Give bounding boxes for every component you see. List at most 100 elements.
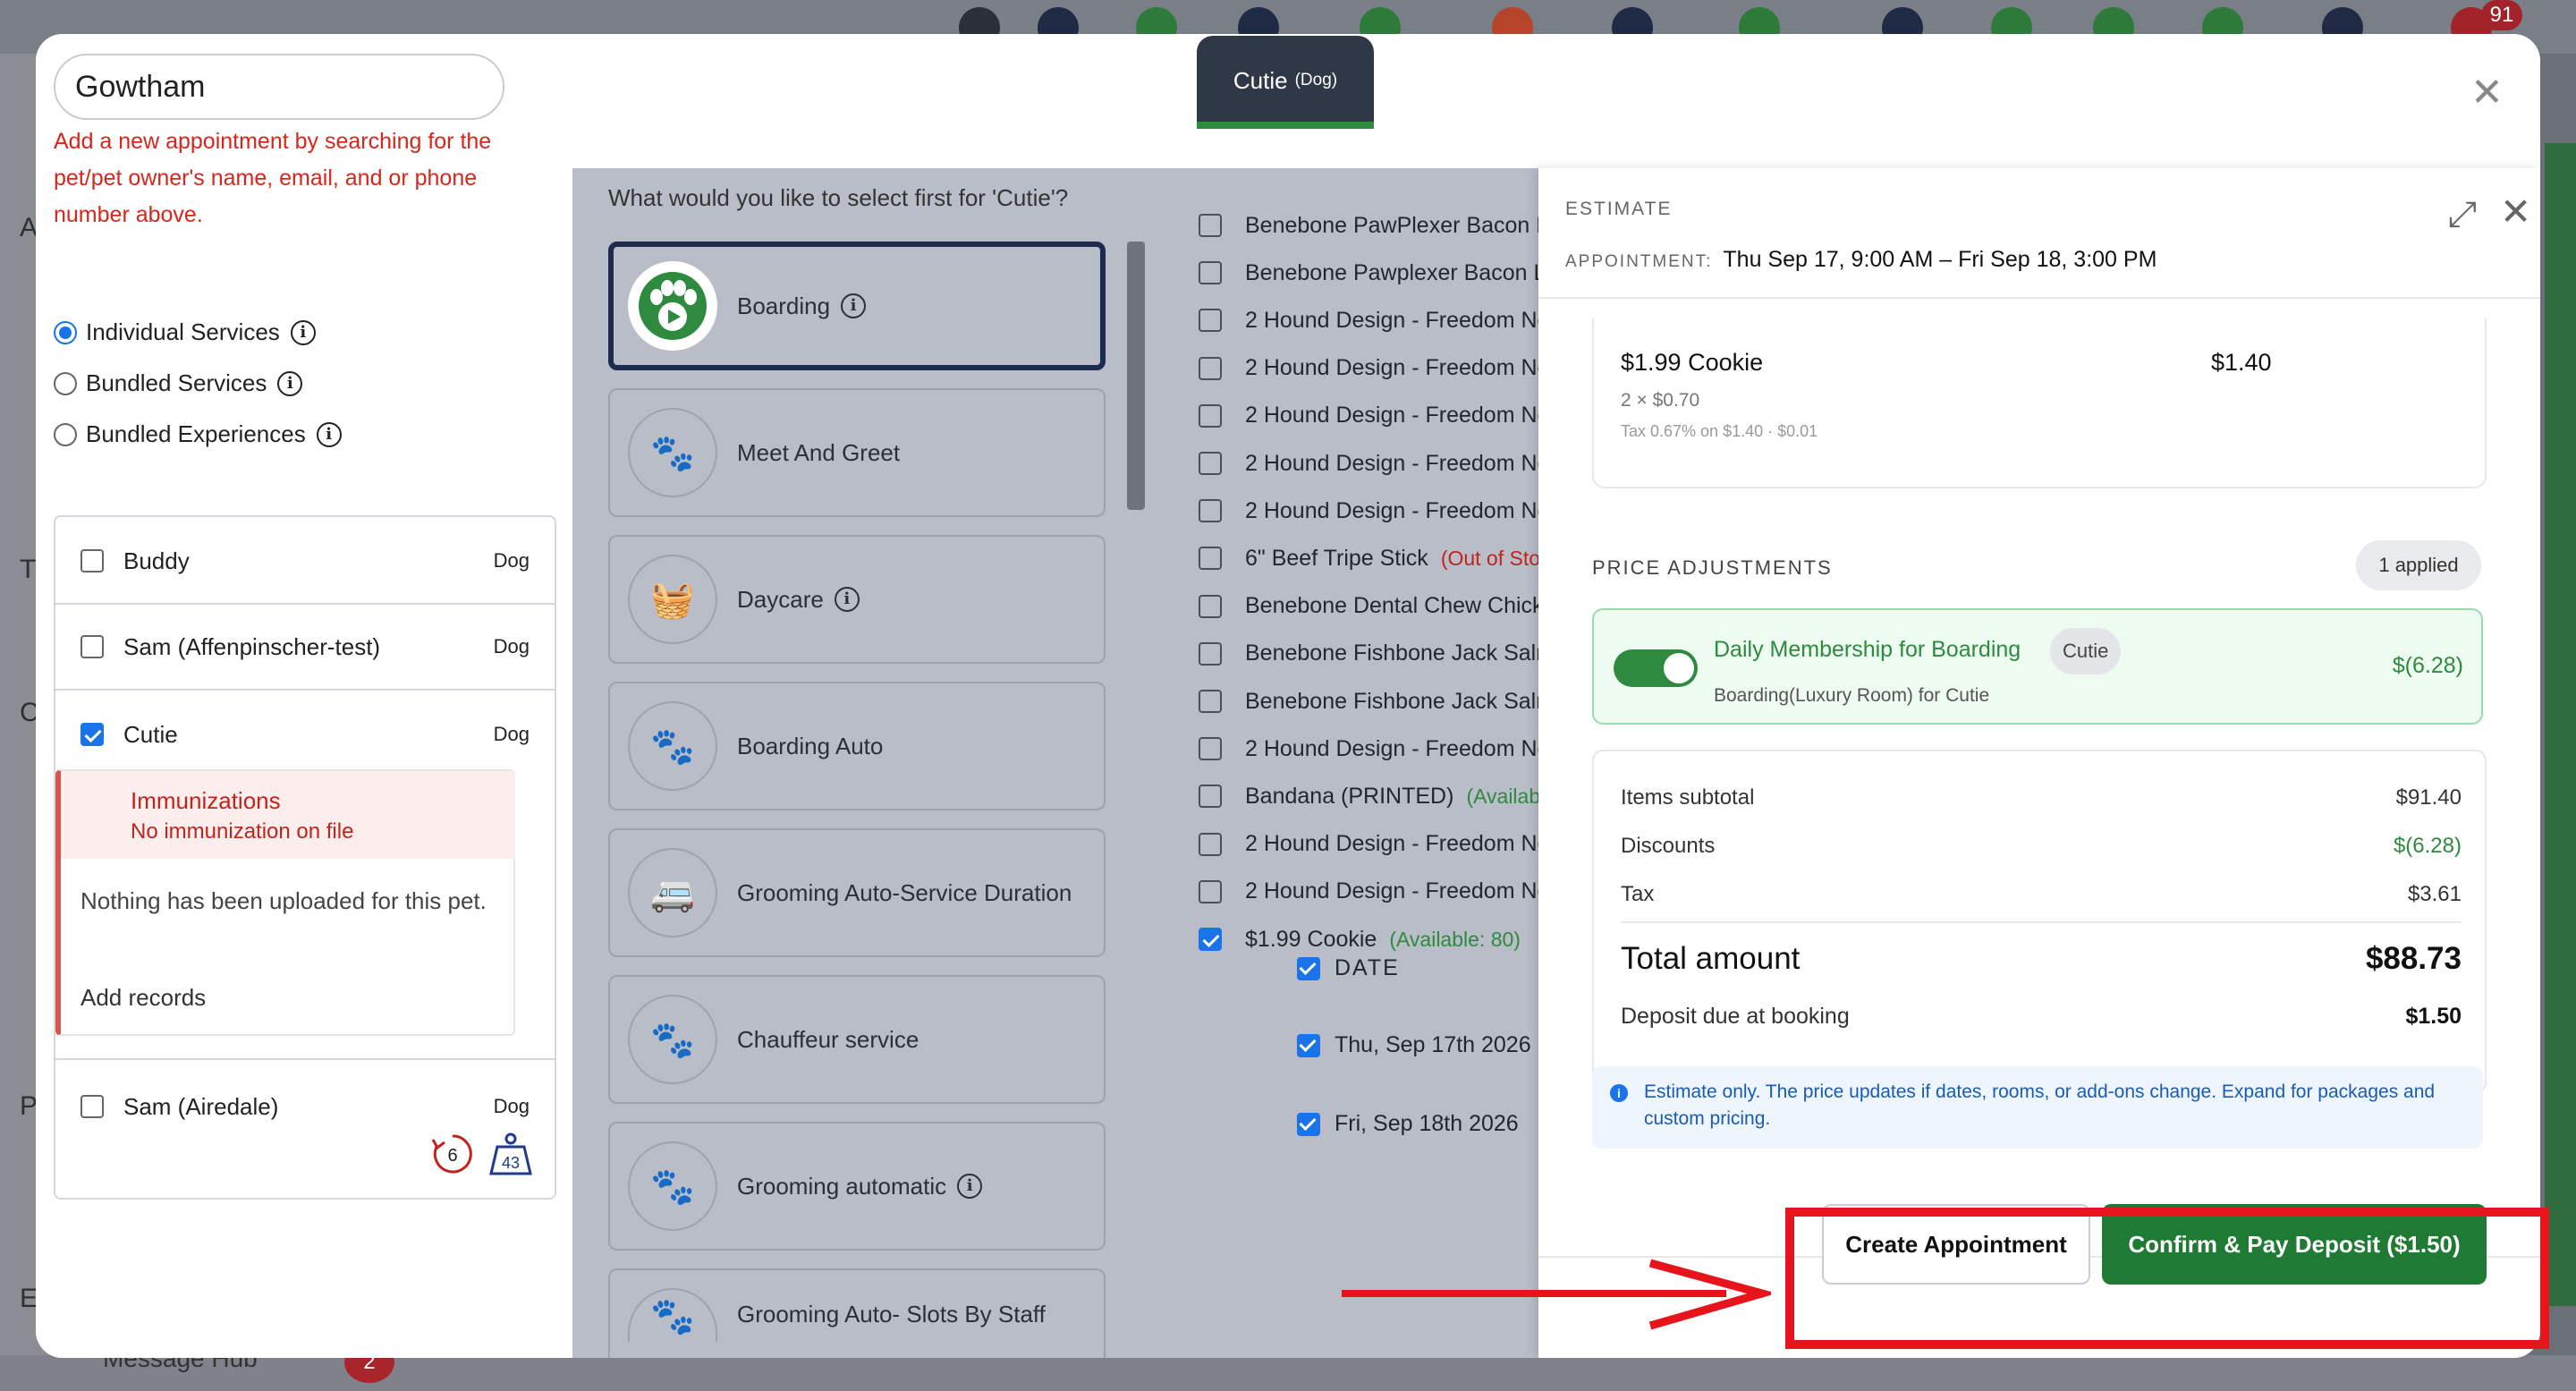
product-row[interactable]: Benebone Fishbone Jack Salmo — [1199, 636, 1567, 672]
product-name: 2 Hound Design - Freedom No — [1245, 831, 1550, 857]
product-name: 2 Hound Design - Freedom No — [1245, 497, 1550, 523]
pet-row-cutie[interactable]: Cutie Dog — [55, 714, 555, 755]
info-icon[interactable]: i — [841, 293, 867, 318]
pet-row-buddy[interactable]: Buddy Dog — [55, 540, 555, 581]
radio-button[interactable] — [54, 371, 77, 395]
estimate-panel: ESTIMATE APPOINTMENT: Thu Sep 17, 9:00 AM… — [1538, 168, 2540, 1358]
date-row-1[interactable]: Thu, Sep 17th 2026 — [1297, 1032, 1531, 1058]
product-checkbox[interactable] — [1199, 594, 1222, 618]
pet-row-sam-airedale[interactable]: Sam (Airedale) Dog — [55, 1086, 555, 1127]
right-strip — [2545, 143, 2576, 1306]
product-row[interactable]: Benebone Fishbone Jack Salmo — [1199, 683, 1567, 719]
product-row[interactable]: 6" Beef Tripe Stick (Out of Stoc — [1199, 540, 1551, 576]
services-scrollbar[interactable] — [1127, 242, 1145, 510]
product-checkbox[interactable] — [1199, 214, 1222, 237]
sidebar-letter: A — [20, 213, 38, 242]
deposit-label: Deposit due at booking — [1621, 1004, 1850, 1029]
product-checkbox[interactable] — [1199, 690, 1222, 713]
pet-row-sam-affenpinscher[interactable]: Sam (Affenpinscher-test) Dog — [55, 626, 555, 667]
date-header-row[interactable]: DATE — [1297, 955, 1400, 981]
product-checkbox[interactable] — [1199, 785, 1222, 809]
pet-name: Sam (Affenpinscher-test) — [123, 632, 381, 660]
product-row[interactable]: 2 Hound Design - Freedom No — [1199, 493, 1549, 529]
adjustment-toggle[interactable] — [1614, 649, 1698, 687]
radio-individual-services[interactable]: Individual Services i — [54, 318, 316, 346]
product-row[interactable]: Benebone Pawplexer Bacon La — [1199, 255, 1558, 291]
product-row[interactable]: Benebone Dental Chew Chicke — [1199, 589, 1555, 624]
product-row[interactable]: 2 Hound Design - Freedom No — [1199, 351, 1549, 386]
info-icon[interactable]: i — [316, 421, 342, 447]
product-row[interactable]: 2 Hound Design - Freedom No — [1199, 445, 1549, 481]
product-row[interactable]: 2 Hound Design - Freedom No — [1199, 398, 1549, 434]
service-grooming-automatic[interactable]: 🐾 Grooming automatic i — [608, 1122, 1106, 1251]
pet-tab-name: Cutie — [1233, 66, 1288, 94]
pet-tab-type: (Dog) — [1294, 71, 1338, 89]
product-checkbox[interactable] — [1199, 641, 1222, 666]
product-name: 2 Hound Design - Freedom No — [1245, 878, 1550, 904]
radio-button[interactable] — [54, 422, 77, 446]
product-checkbox[interactable] — [1199, 403, 1222, 428]
product-checkbox[interactable] — [1199, 261, 1222, 285]
product-row[interactable]: 2 Hound Design - Freedom No — [1199, 731, 1549, 767]
weight-icon[interactable]: 43 — [488, 1131, 533, 1177]
info-icon[interactable]: i — [957, 1174, 983, 1199]
service-grooming-auto-duration[interactable]: 🚐 Grooming Auto-Service Duration — [608, 828, 1106, 957]
date-checkbox[interactable] — [1297, 956, 1320, 980]
total-row: Total amount $88.73 — [1621, 941, 2462, 977]
close-icon[interactable]: ✕ — [2500, 190, 2531, 233]
product-checkbox[interactable] — [1199, 547, 1222, 571]
date-checkbox[interactable] — [1297, 1033, 1320, 1057]
service-grooming-slots-by-staff[interactable]: 🐾 Grooming Auto- Slots By Staff — [608, 1268, 1106, 1358]
product-row[interactable]: 2 Hound Design - Freedom No — [1199, 827, 1549, 862]
product-row[interactable]: $1.99 Cookie (Available: 80) — [1199, 921, 1521, 957]
date-row-2[interactable]: Fri, Sep 18th 2026 — [1297, 1111, 1519, 1137]
service-boarding[interactable]: Boarding i — [608, 242, 1106, 370]
info-icon[interactable]: i — [290, 319, 316, 345]
expand-icon[interactable]: ⤢ — [2448, 195, 2477, 235]
add-records-link[interactable]: Add records — [80, 984, 206, 1012]
appointment-range: APPOINTMENT: Thu Sep 17, 9:00 AM – Fri Se… — [1565, 247, 2157, 273]
service-meet-and-greet[interactable]: 🐾 Meet And Greet — [608, 388, 1106, 517]
radio-bundled-experiences[interactable]: Bundled Experiences i — [54, 420, 342, 448]
info-icon[interactable]: i — [834, 587, 860, 612]
radio-button[interactable] — [54, 320, 77, 344]
info-icon[interactable]: i — [277, 370, 303, 396]
close-icon[interactable]: ✕ — [2470, 70, 2504, 115]
service-name: Grooming Auto-Service Duration — [737, 878, 1072, 906]
date-checkbox[interactable] — [1297, 1112, 1320, 1136]
product-checkbox[interactable] — [1199, 928, 1222, 951]
product-checkbox[interactable] — [1199, 879, 1222, 903]
service-daycare[interactable]: 🧺 Daycare i — [608, 535, 1106, 664]
pet-checkbox[interactable] — [80, 549, 104, 573]
tax-label: Tax — [1621, 882, 1655, 906]
product-checkbox[interactable] — [1199, 309, 1222, 333]
product-name: $1.99 Cookie — [1245, 926, 1377, 952]
search-input[interactable]: Gowtham — [54, 54, 504, 120]
pet-checkbox[interactable] — [80, 723, 104, 746]
product-checkbox[interactable] — [1199, 452, 1222, 475]
product-row[interactable]: 2 Hound Design - Freedom No — [1199, 874, 1549, 910]
product-row[interactable]: Bandana (PRINTED) (Available: — [1199, 778, 1562, 814]
pet-name: Cutie — [123, 720, 178, 748]
service-name: Meet And Greet — [737, 438, 901, 466]
tab-pet-cutie[interactable]: Cutie (Dog) — [1197, 36, 1374, 125]
appointment-label: APPOINTMENT: — [1565, 252, 1713, 271]
pet-checkbox[interactable] — [80, 1095, 104, 1118]
product-row[interactable]: 2 Hound Design - Freedom No — [1199, 302, 1549, 338]
product-row[interactable]: Benebone PawPlexer Bacon M — [1199, 208, 1555, 243]
service-boarding-auto[interactable]: 🐾 Boarding Auto — [608, 682, 1106, 810]
paw-icon: 🐾 — [628, 995, 717, 1084]
radio-bundled-services[interactable]: Bundled Services i — [54, 369, 303, 397]
service-chauffeur[interactable]: 🐾 Chauffeur service — [608, 975, 1106, 1104]
tax-value: $3.61 — [2407, 882, 2462, 906]
history-icon[interactable]: 6 — [429, 1131, 476, 1177]
date-label: Fri, Sep 18th 2026 — [1335, 1111, 1519, 1136]
product-checkbox[interactable] — [1199, 737, 1222, 761]
product-checkbox[interactable] — [1199, 499, 1222, 523]
immunization-alert: Immunizations No immunization on file No… — [55, 769, 515, 1036]
pet-checkbox[interactable] — [80, 635, 104, 658]
product-checkbox[interactable] — [1199, 356, 1222, 380]
adjustment-sub: Boarding(Luxury Room) for Cutie — [1714, 685, 1990, 706]
service-name: Boarding — [737, 292, 831, 319]
product-checkbox[interactable] — [1199, 832, 1222, 856]
